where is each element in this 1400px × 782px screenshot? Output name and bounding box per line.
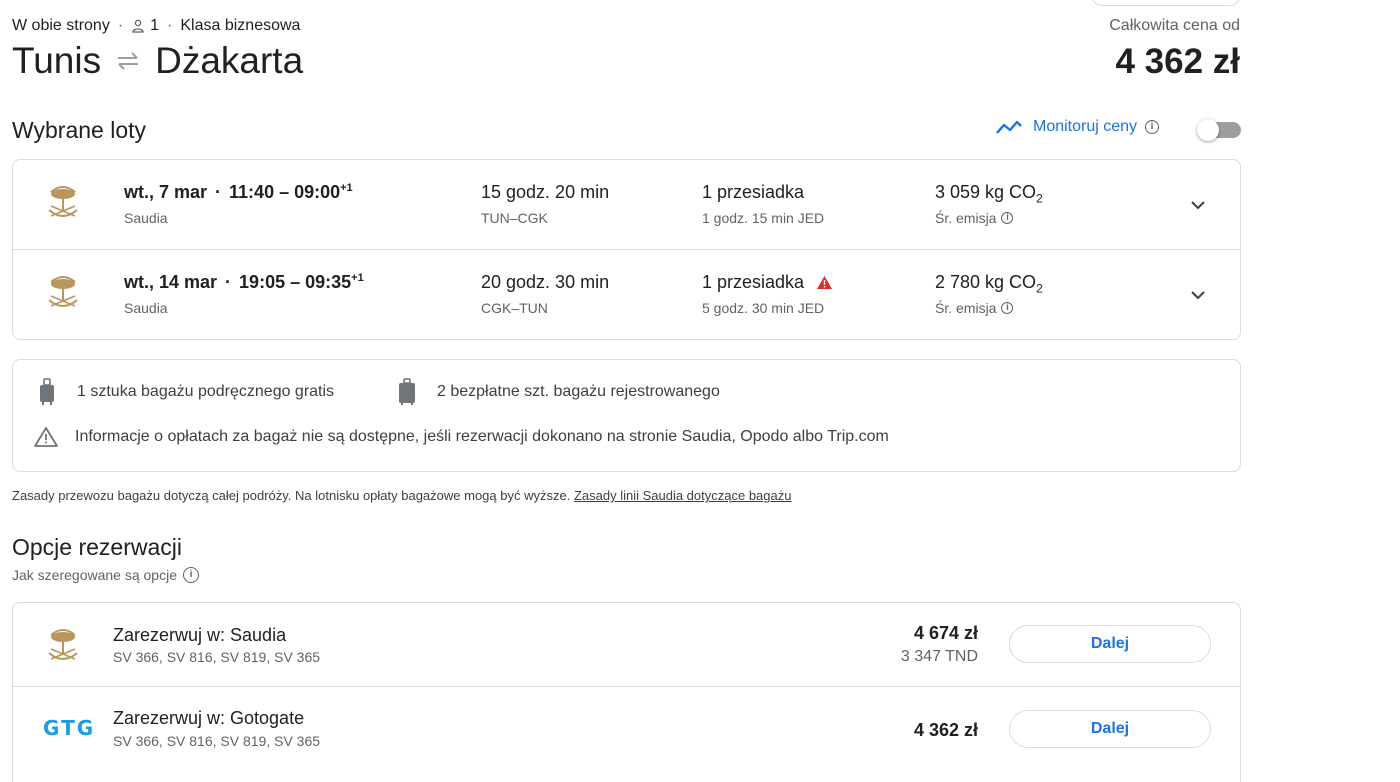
baggage-card: 1 sztuka bagażu podręcznego gratis 2 bez…	[12, 359, 1241, 472]
baggage-warning-text: Informacje o opłatach za bagaż nie są do…	[75, 428, 889, 445]
emissions-label: Śr. emisja	[935, 210, 997, 226]
track-prices-label[interactable]: Monitoruj ceny	[1033, 118, 1137, 136]
option-price: 4 362 zł	[913, 720, 978, 740]
carry-on-info: 1 sztuka bagażu podręcznego gratis	[37, 378, 334, 406]
flight-row[interactable]: wt., 14 mar · 19:05 – 09:35+1 Saudia 20 go…	[13, 249, 1240, 339]
trip-meta: W obie strony · 1 · Klasa biznesowa	[12, 17, 300, 35]
track-prices-toggle[interactable]	[1197, 119, 1241, 141]
info-icon[interactable]: i	[1001, 302, 1014, 314]
destination-city: Dżakarta	[155, 40, 304, 81]
origin-city: Tunis	[12, 40, 102, 81]
flight-duration: 20 godz. 30 min	[481, 272, 610, 292]
airline-name: Saudia	[124, 210, 168, 226]
flight-duration: 15 godz. 20 min	[481, 182, 610, 202]
toggle-knob	[1197, 119, 1219, 141]
continue-button[interactable]: Dalej	[1009, 710, 1211, 748]
warning-outline-icon	[34, 427, 58, 447]
emissions-label-wrap: Śr. emisja i	[935, 210, 1014, 226]
trend-icon	[996, 120, 1022, 134]
baggage-policy-note: Zasady przewozu bagażu dotyczą całej pod…	[12, 488, 791, 503]
cabin-class: Klasa biznesowa	[180, 17, 301, 34]
checked-bag-info: 2 bezpłatne szt. bagażu rejestrowanego	[397, 378, 720, 406]
emissions-label-wrap: Śr. emisja i	[935, 300, 1014, 316]
option-flight-numbers: SV 366, SV 816, SV 819, SV 365	[113, 649, 321, 665]
flight-route: TUN–CGK	[481, 210, 548, 226]
trip-type: W obie strony	[12, 17, 110, 34]
saudia-logo-icon	[48, 186, 78, 217]
total-price-label: Całkowita cena od	[1109, 17, 1240, 34]
option-flight-numbers: SV 366, SV 816, SV 819, SV 365	[113, 733, 321, 749]
ranking-info[interactable]: Jak szeregowane są opcje i	[12, 567, 199, 583]
gotogate-logo: GTG	[43, 716, 96, 740]
chevron-down-icon[interactable]	[1188, 195, 1208, 215]
info-icon[interactable]: i	[1145, 120, 1160, 134]
selected-flights-title: Wybrane loty	[12, 117, 147, 143]
flight-emissions: 3 059 kg CO2	[935, 182, 1043, 206]
baggage-warning: Informacje o opłatach za bagaż nie są do…	[33, 426, 889, 448]
checked-bag-text: 2 bezpłatne szt. bagażu rejestrowanego	[437, 383, 720, 400]
passenger-count: 1	[150, 17, 160, 34]
info-icon[interactable]: i	[1001, 212, 1014, 224]
separator-dot: ·	[225, 272, 232, 292]
saudia-logo-icon	[48, 629, 78, 660]
flight-times: 11:40 – 09:00	[229, 182, 341, 202]
flight-date-times: wt., 7 mar · 11:40 – 09:00+1	[124, 182, 353, 203]
airline-name: Saudia	[124, 300, 168, 316]
option-price: 4 674 zł	[913, 623, 978, 643]
separator-dot: ·	[167, 17, 173, 34]
total-price: 4 362 zł	[1115, 42, 1240, 81]
ranking-label[interactable]: Jak szeregowane są opcje	[12, 567, 177, 583]
emissions-value: 3 059 kg CO	[935, 182, 1037, 202]
flight-route: CGK–TUN	[481, 300, 548, 316]
separator-dot: ·	[117, 17, 124, 34]
emissions-label: Śr. emisja	[935, 300, 997, 316]
top-partial-button[interactable]	[1092, 0, 1240, 6]
baggage-policy-link[interactable]: Zasady linii Saudia dotyczące bagażu	[574, 488, 792, 503]
option-title: Zarezerwuj w: Gotogate	[113, 708, 305, 728]
booking-option: GTG Zarezerwuj w: Gotogate SV 366, SV 81…	[13, 686, 1240, 769]
info-icon[interactable]: i	[183, 567, 199, 583]
flight-times: 19:05 – 09:35	[239, 272, 352, 292]
booking-options-title: Opcje rezerwacji	[12, 534, 182, 560]
flight-row[interactable]: wt., 7 mar · 11:40 – 09:00+1 Saudia 15 god…	[13, 160, 1240, 249]
route-title: Tunis Dżakarta	[12, 40, 303, 82]
saudia-logo-icon	[48, 276, 78, 307]
warning-icon[interactable]	[816, 275, 833, 290]
flight-date: wt., 7 mar	[124, 182, 208, 202]
emissions-value: 2 780 kg CO	[935, 272, 1037, 292]
selected-flights-card: wt., 7 mar · 11:40 – 09:00+1 Saudia 15 god…	[12, 159, 1241, 340]
next-day-marker: +1	[340, 182, 353, 194]
carry-on-text: 1 sztuka bagażu podręcznego gratis	[77, 383, 335, 400]
separator-dot: ·	[215, 182, 222, 202]
carry-on-bag-icon	[40, 378, 54, 405]
flight-layover: 1 godz. 15 min JED	[702, 210, 825, 226]
flight-stops: 1 przesiadka	[702, 182, 805, 202]
person-icon	[132, 19, 144, 33]
emissions-subscript: 2	[1036, 191, 1043, 206]
flight-emissions: 2 780 kg CO2	[935, 272, 1043, 296]
price-tracking[interactable]: Monitoruj ceny i	[995, 118, 1160, 136]
continue-button[interactable]: Dalej	[1009, 625, 1211, 663]
option-price-local: 3 347 TND	[900, 648, 978, 665]
booking-option: Zarezerwuj w: Saudia SV 366, SV 816, SV …	[13, 603, 1240, 685]
flight-layover: 5 godz. 30 min JED	[702, 300, 825, 316]
flight-date-times: wt., 14 mar · 19:05 – 09:35+1	[124, 272, 364, 293]
flight-stops-wrap: 1 przesiadka	[702, 272, 833, 293]
chevron-down-icon[interactable]	[1188, 285, 1208, 305]
flight-stops: 1 przesiadka	[702, 272, 805, 292]
next-day-marker: +1	[351, 272, 364, 284]
checked-bag-icon	[399, 378, 415, 405]
emissions-subscript: 2	[1036, 281, 1043, 296]
baggage-policy-text: Zasady przewozu bagażu dotyczą całej pod…	[12, 488, 571, 503]
flight-date: wt., 14 mar	[124, 272, 218, 292]
option-title: Zarezerwuj w: Saudia	[113, 625, 287, 645]
swap-arrows-icon	[118, 52, 139, 70]
booking-options-card: Zarezerwuj w: Saudia SV 366, SV 816, SV …	[12, 602, 1241, 782]
